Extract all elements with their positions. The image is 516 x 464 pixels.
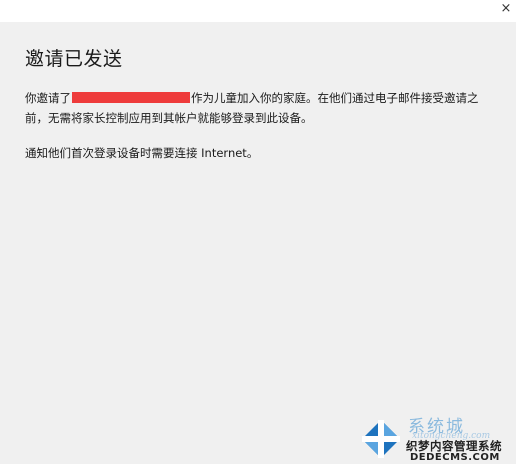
close-button[interactable]: × xyxy=(498,0,514,20)
redacted-email xyxy=(72,92,190,103)
internet-notice: 通知他们首次登录设备时需要连接 Internet。 xyxy=(25,146,259,160)
title-bar: × xyxy=(0,0,516,22)
close-icon: × xyxy=(500,1,512,16)
invitation-message: 你邀请了 作为儿童加入你的家庭。在他们通过电子邮件接受邀请之前，无需将家长控制应用… xyxy=(25,88,495,128)
message-text-before: 你邀请了 xyxy=(25,91,71,105)
dialog-title: 邀请已发送 xyxy=(25,48,123,70)
